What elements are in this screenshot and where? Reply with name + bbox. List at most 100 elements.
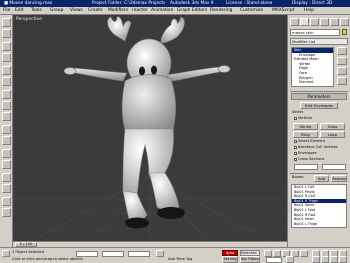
vertices-checkbox[interactable]: Vertices (294, 116, 312, 121)
title-project: Project Folder: C:\3dsmax Projects (92, 1, 166, 6)
undo-icon[interactable] (2, 18, 11, 27)
envelopes-label: Envelopes (298, 151, 317, 155)
go-to-end-icon[interactable] (300, 250, 308, 257)
angle-snap-icon[interactable] (2, 184, 11, 193)
prompt-line: Click or click-and-drag to select object… (12, 257, 83, 261)
menu-create[interactable]: Create (88, 7, 103, 14)
envelope-spinner[interactable] (294, 164, 318, 170)
loop-button[interactable]: Loop (320, 131, 345, 138)
backface-cull-label: Backface Cull Vertices (298, 145, 338, 149)
shrink-button[interactable]: Shrink (293, 123, 318, 130)
arc-rotate-icon[interactable] (330, 256, 338, 263)
hierarchy-tab-icon[interactable] (310, 18, 319, 26)
menu-bar: File Edit Tools Group Views Create Modif… (0, 7, 350, 15)
left-shoe (125, 217, 149, 229)
modifier-list-dropdown[interactable]: Modifier List (290, 38, 348, 45)
render-icon[interactable] (2, 160, 11, 169)
select-group-label: Select (292, 110, 304, 114)
pin-stack-icon[interactable] (337, 47, 347, 55)
show-end-result-icon[interactable] (337, 57, 347, 65)
modify-tab-icon[interactable] (300, 18, 309, 26)
utilities-tab-icon[interactable] (340, 18, 349, 26)
remove-modifier-icon[interactable] (337, 77, 347, 85)
title-bar: ■ Moose dancing.max Project Folder: C:\3… (0, 0, 350, 7)
menu-customize[interactable]: Customize (240, 7, 263, 14)
menu-file[interactable]: File (3, 7, 10, 14)
create-tab-icon[interactable] (290, 18, 299, 26)
curve-editor-icon[interactable] (2, 197, 11, 206)
edit-envelopes-button[interactable]: Edit Envelopes (300, 102, 338, 109)
remove-bone-button[interactable]: Remove (331, 175, 347, 182)
unlink-icon[interactable] (2, 53, 11, 62)
select-by-name-icon[interactable] (2, 77, 11, 86)
perspective-viewport[interactable]: Perspective (13, 15, 287, 241)
cross-section-spinner[interactable] (322, 164, 346, 170)
motion-tab-icon[interactable] (320, 18, 329, 26)
menu-views[interactable]: Views (70, 7, 83, 14)
bones-list: Bip01 L Calf Bip01 Pelvis Bip01 R Calf B… (291, 184, 347, 228)
scale-icon[interactable] (2, 112, 11, 121)
grow-button[interactable]: Grow (320, 123, 345, 130)
snap-icon[interactable] (2, 173, 11, 182)
x-coordinate-field[interactable] (76, 251, 98, 257)
viewport-label[interactable]: Perspective (16, 17, 42, 22)
go-to-start-icon[interactable] (264, 250, 272, 257)
align-icon[interactable] (2, 136, 11, 145)
menu-help[interactable]: Help (304, 7, 314, 14)
redo-icon[interactable] (2, 29, 11, 38)
select-element-checkbox[interactable]: Select Element (294, 139, 325, 144)
menu-animation[interactable]: Animation (151, 7, 173, 14)
previous-frame-icon[interactable] (273, 250, 281, 257)
cross-sections-checkbox[interactable]: Cross Sections (294, 157, 324, 162)
current-frame-field[interactable] (266, 257, 282, 263)
link-icon[interactable] (2, 42, 11, 51)
object-name-field[interactable]: moose skin (290, 29, 340, 36)
add-time-tag[interactable]: Add Time Tag (168, 257, 192, 262)
title-app: Autodesk 3ds Max 9 (170, 1, 214, 6)
command-panel: moose skin Modifier List Skin Envelope E… (287, 15, 350, 247)
maxscript-listener-icon[interactable] (2, 250, 10, 257)
object-color-swatch[interactable] (342, 29, 347, 35)
command-panel-tabs (290, 18, 349, 26)
vertices-label: Vertices (298, 116, 313, 120)
y-coordinate-field[interactable] (102, 251, 124, 257)
field-of-view-icon[interactable] (312, 256, 320, 263)
mirror-icon[interactable] (2, 125, 11, 134)
display-tab-icon[interactable] (330, 18, 339, 26)
ring-button[interactable]: Ring (293, 131, 318, 138)
parameters-rollout[interactable]: Parameters (291, 93, 347, 100)
z-coordinate-field[interactable] (128, 251, 150, 257)
envelopes-checkbox[interactable]: Envelopes (294, 151, 316, 156)
menu-reactor[interactable]: reactor (132, 7, 148, 14)
material-editor-icon[interactable] (2, 149, 11, 158)
right-eye (151, 65, 157, 75)
lock-icon[interactable] (156, 250, 164, 257)
divider (290, 173, 348, 174)
move-icon[interactable] (2, 90, 11, 99)
schematic-view-icon[interactable] (2, 208, 11, 217)
pan-icon[interactable] (321, 256, 329, 263)
maximize-viewport-icon[interactable] (339, 256, 347, 263)
bone-item[interactable]: Bip01 L Thigh (292, 222, 346, 227)
home-grid (13, 174, 287, 241)
bones-label: Bones: (292, 175, 305, 179)
title-file: ■ Moose dancing.max (4, 1, 53, 6)
rotate-icon[interactable] (2, 101, 11, 110)
menu-graph-editors[interactable]: Graph Editors (177, 7, 207, 14)
make-unique-icon[interactable] (337, 67, 347, 75)
menu-edit[interactable]: Edit (15, 7, 24, 14)
menu-maxscript[interactable]: MAXScript (272, 7, 295, 14)
menu-tools[interactable]: Tools (31, 7, 42, 14)
menu-modifiers[interactable]: Modifiers (108, 7, 128, 14)
menu-rendering[interactable]: Rendering (210, 7, 232, 14)
set-key-button[interactable]: Set Key (222, 256, 238, 263)
title-display: Display : Direct 3D (292, 1, 333, 6)
menu-group[interactable]: Group (50, 7, 63, 14)
stack-item-element[interactable]: Element (292, 80, 333, 85)
add-bone-button[interactable]: Add (314, 175, 329, 182)
selection-count: 1 Object Selected (12, 250, 44, 254)
select-icon[interactable] (2, 66, 11, 75)
backface-cull-checkbox[interactable]: Backface Cull Vertices (294, 145, 338, 150)
key-filters-button[interactable]: Key Filters... (240, 256, 260, 263)
time-configuration-icon[interactable] (286, 256, 294, 263)
